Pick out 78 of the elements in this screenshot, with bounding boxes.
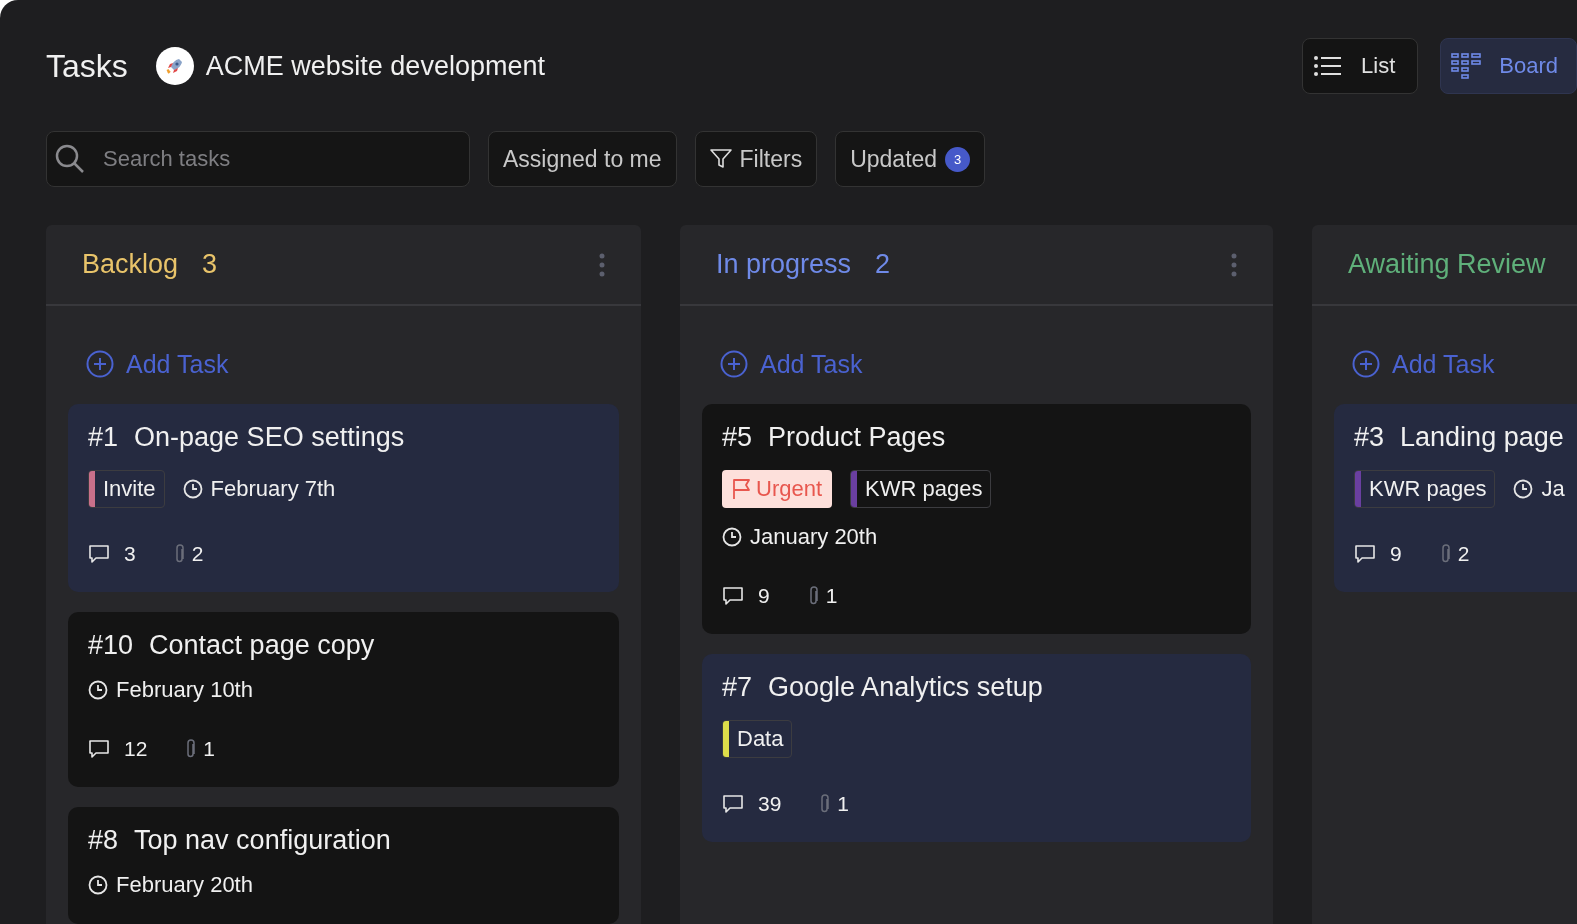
rocket-icon xyxy=(155,47,194,85)
comment-icon xyxy=(722,586,744,606)
project-name: ACME website development xyxy=(205,50,545,82)
task-title: Contact page copy xyxy=(149,630,375,661)
label-tag: Data xyxy=(722,720,793,758)
task-card[interactable]: #1 On-page SEO settings Invite February 7th 3 2 xyxy=(68,404,619,592)
board-icon xyxy=(1451,53,1482,79)
filter-icon xyxy=(709,149,732,169)
task-number: #7 xyxy=(722,672,753,703)
plus-circle-icon xyxy=(720,350,748,378)
label-tag: KWR pages xyxy=(850,470,992,508)
column-title: Awaiting Review xyxy=(1348,249,1546,280)
column-title: Backlog xyxy=(82,249,179,280)
attachment-count: 1 xyxy=(185,737,216,761)
more-icon[interactable] xyxy=(1231,252,1237,277)
due-date: Ja xyxy=(1513,476,1565,502)
label-tag: KWR pages xyxy=(1354,470,1496,508)
attachment-count: 2 xyxy=(173,542,204,566)
task-card[interactable]: #10 Contact page copy February 10th 12 1 xyxy=(68,612,619,787)
comment-icon xyxy=(88,739,110,759)
due-date: February 7th xyxy=(182,476,336,502)
comment-count: 39 xyxy=(722,792,782,816)
comment-count: 3 xyxy=(88,542,136,566)
clock-icon xyxy=(1513,479,1534,499)
plus-circle-icon xyxy=(1352,350,1380,378)
paperclip-icon xyxy=(807,586,820,606)
paperclip-icon xyxy=(1439,544,1452,564)
label-tag: Invite xyxy=(88,470,165,508)
task-number: #1 xyxy=(88,422,119,453)
view-toggle-button[interactable]: Board xyxy=(1440,38,1577,94)
flag-icon xyxy=(732,478,752,500)
plus-circle-icon xyxy=(86,350,114,378)
search-icon xyxy=(54,143,86,175)
task-number: #10 xyxy=(88,630,134,661)
due-date: January 20th xyxy=(722,524,1231,550)
page-title: Tasks xyxy=(46,47,128,85)
paperclip-icon xyxy=(185,739,198,759)
filter-button[interactable]: Assigned to me xyxy=(488,131,677,187)
due-date: February 10th xyxy=(88,677,599,703)
count-badge: 3 xyxy=(945,146,971,172)
comment-icon xyxy=(722,794,744,814)
more-icon[interactable] xyxy=(599,252,605,277)
comment-count: 9 xyxy=(1354,542,1402,566)
comment-icon xyxy=(88,544,110,564)
column-title: In progress xyxy=(716,249,852,280)
comment-count: 12 xyxy=(88,737,148,761)
task-title: Google Analytics setup xyxy=(768,672,1043,703)
task-title: Product Pages xyxy=(768,422,946,453)
search-field[interactable]: Search tasks xyxy=(46,131,470,187)
filter-button[interactable]: Updated 3 xyxy=(835,131,986,187)
task-title: Landing page xyxy=(1400,422,1564,453)
task-title: Top nav configuration xyxy=(134,825,391,856)
task-title: On-page SEO settings xyxy=(134,422,405,453)
filter-button[interactable]: Filters xyxy=(694,131,818,187)
clock-icon xyxy=(722,527,742,547)
attachment-count: 2 xyxy=(1439,542,1470,566)
comment-icon xyxy=(1354,544,1376,564)
view-toggle-button[interactable]: List xyxy=(1302,38,1419,94)
task-card[interactable]: #5 Product Pages Urgent KWR pages January 20th 9 1 xyxy=(702,404,1251,634)
task-card[interactable]: #8 Top nav configuration February 20th xyxy=(68,807,619,924)
paperclip-icon xyxy=(819,794,832,814)
task-number: #5 xyxy=(722,422,753,453)
column-count: 3 xyxy=(202,249,218,280)
clock-icon xyxy=(88,680,108,700)
task-card[interactable]: #3 Landing page KWR pages Ja 9 2 xyxy=(1334,404,1577,592)
attachment-count: 1 xyxy=(807,584,838,608)
comment-count: 9 xyxy=(722,584,770,608)
clock-icon xyxy=(88,875,108,895)
list-icon xyxy=(1313,55,1344,77)
task-number: #3 xyxy=(1354,422,1385,453)
attachment-count: 1 xyxy=(819,792,850,816)
paperclip-icon xyxy=(173,544,186,564)
priority-tag: Urgent xyxy=(722,470,833,508)
column-count: 2 xyxy=(875,249,891,280)
task-card[interactable]: #7 Google Analytics setup Data 39 1 xyxy=(702,654,1251,842)
task-number: #8 xyxy=(88,825,119,856)
clock-icon xyxy=(182,479,203,499)
due-date: February 20th xyxy=(88,872,599,898)
